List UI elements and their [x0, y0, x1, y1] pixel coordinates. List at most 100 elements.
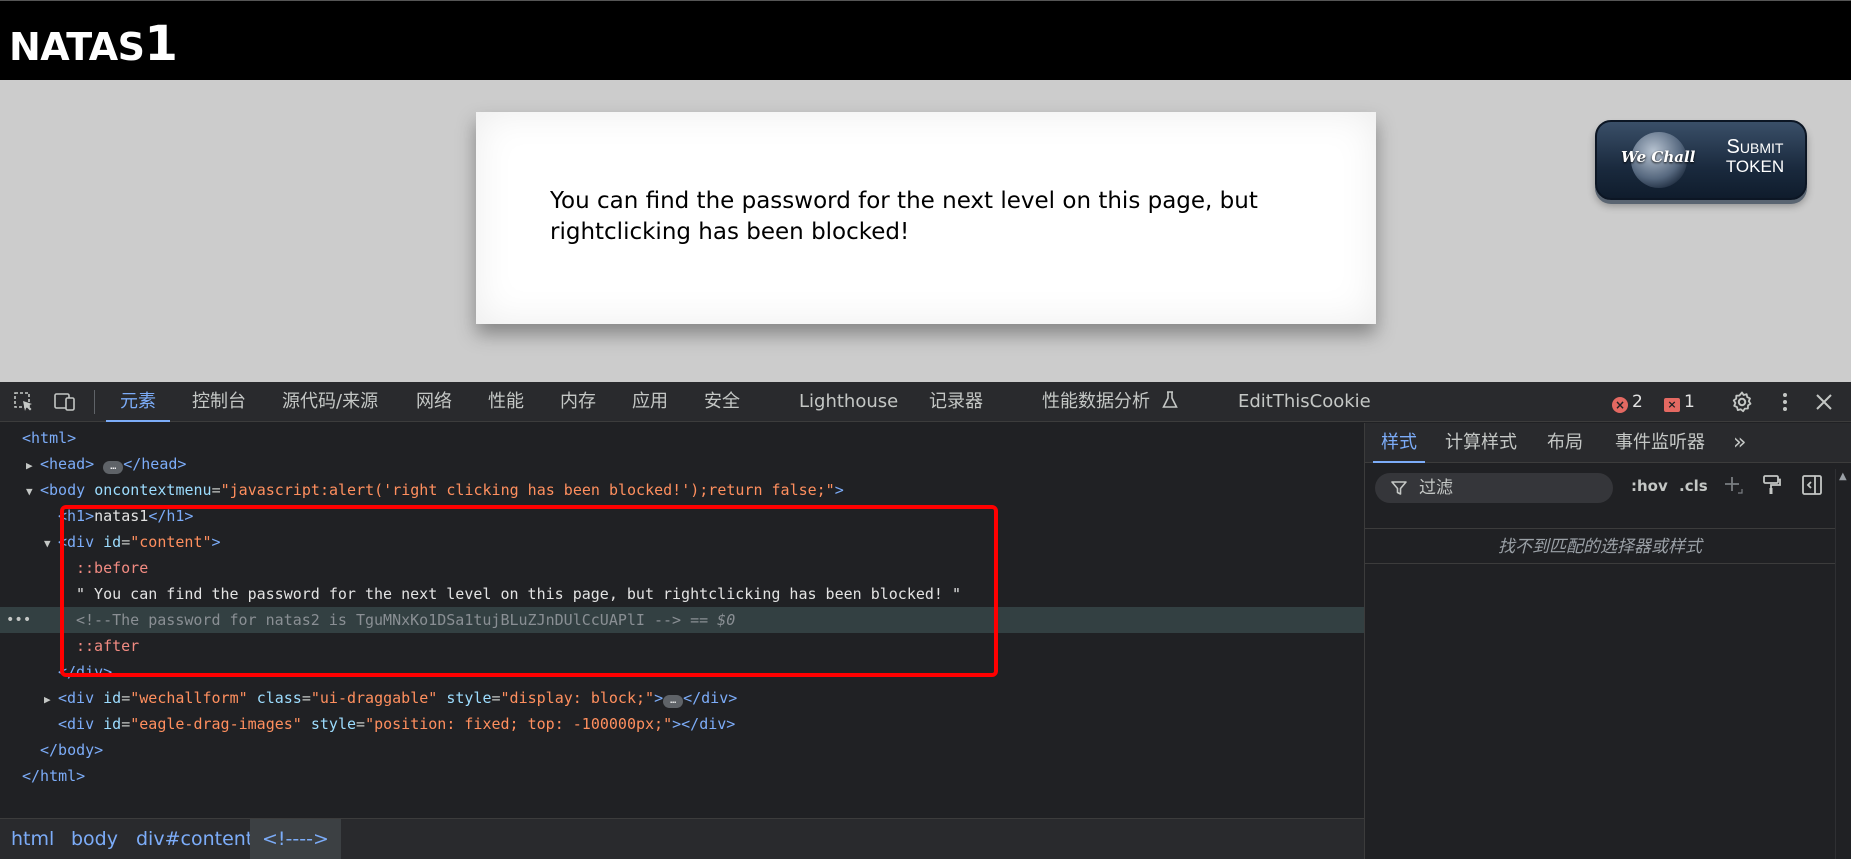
- tab-memory[interactable]: 内存: [560, 382, 596, 422]
- tab-recorder[interactable]: 记录器: [929, 382, 983, 422]
- tag-text: </head>: [123, 455, 187, 473]
- comment-line: <!--The password for natas2 is TguMNxKo1…: [76, 607, 735, 633]
- styles-scrollbar[interactable]: ▲: [1835, 469, 1851, 859]
- more-tabs-chevron-icon[interactable]: »: [1733, 423, 1746, 463]
- tab-sources[interactable]: 源代码/来源: [282, 382, 378, 422]
- submit-token-label: Submit TOKEN: [1713, 136, 1797, 178]
- settings-gear-icon[interactable]: [1730, 390, 1754, 414]
- dom-node-wechallform[interactable]: ▶ <div id="wechallform" class="ui-draggab…: [44, 685, 737, 711]
- attr-name: style: [446, 689, 492, 707]
- tab-computed[interactable]: 计算样式: [1445, 423, 1517, 463]
- expand-triangle-icon[interactable]: ▶: [44, 687, 58, 713]
- toolbar-separator: [94, 390, 95, 414]
- tab-elements[interactable]: 元素: [106, 382, 170, 422]
- wechall-submit-token-button[interactable]: We Chall Submit TOKEN: [1595, 120, 1807, 200]
- attr-name: class: [256, 689, 302, 707]
- breadcrumb-div-content[interactable]: div#content: [136, 819, 253, 859]
- dom-node-h1[interactable]: <h1>natas1</h1>: [58, 503, 193, 529]
- tab-styles[interactable]: 样式: [1373, 423, 1425, 463]
- submit-label: Submit: [1726, 136, 1784, 158]
- filter-icon: [1391, 481, 1407, 495]
- dom-node-div-content[interactable]: ▼ <div id="content">: [44, 529, 221, 555]
- tag-text: </div>: [58, 663, 113, 681]
- tag-text: </html>: [22, 767, 86, 785]
- toggle-sidebar-icon[interactable]: [1800, 473, 1824, 497]
- dollar-zero: == $0: [690, 611, 736, 629]
- dom-node-head[interactable]: ▶ <head> … </head>: [26, 451, 186, 477]
- breadcrumb: html body div#content <!---->: [0, 818, 1364, 859]
- dom-node-body[interactable]: ▼ <body oncontextmenu="javascript:alert('…: [26, 477, 844, 503]
- hov-toggle[interactable]: :hov: [1631, 477, 1668, 495]
- tag-text: <h1>: [58, 507, 95, 525]
- attr-value: "content": [130, 533, 212, 551]
- attr-name: id: [103, 689, 122, 707]
- comment-text: <!--The password for natas2 is TguMNxKo1…: [76, 611, 682, 629]
- tab-performance-insights[interactable]: 性能数据分析: [1042, 382, 1178, 422]
- content-card: You can find the password for the next l…: [476, 112, 1376, 324]
- dom-text-node[interactable]: " You can find the password for the next…: [76, 581, 961, 607]
- tag-text: <div: [58, 689, 95, 707]
- attr-value: "ui-draggable": [310, 689, 438, 707]
- text-node: " You can find the password for the next…: [76, 585, 962, 603]
- issue-count-badge[interactable]: × 1: [1664, 392, 1695, 412]
- ellipsis-badge[interactable]: …: [663, 695, 684, 708]
- flask-icon: [1161, 391, 1178, 408]
- attr-name: id: [103, 715, 122, 733]
- tab-security[interactable]: 安全: [704, 382, 740, 422]
- dom-node-div-close[interactable]: </div>: [58, 659, 112, 685]
- more-dots-icon[interactable]: •••: [6, 607, 31, 633]
- tab-layout[interactable]: 布局: [1547, 423, 1583, 463]
- tag-text: </h1>: [148, 507, 194, 525]
- tab-lighthouse[interactable]: Lighthouse: [799, 382, 898, 422]
- content-text: You can find the password for the next l…: [550, 188, 1258, 245]
- collapse-triangle-icon[interactable]: ▼: [26, 479, 40, 505]
- tab-network[interactable]: 网络: [416, 382, 452, 422]
- tag-text: >: [211, 533, 221, 551]
- error-icon: ×: [1612, 397, 1628, 413]
- tag-text: </body>: [40, 741, 104, 759]
- dom-node-html-close[interactable]: </html>: [22, 763, 85, 789]
- expand-triangle-icon[interactable]: ▶: [26, 453, 40, 479]
- attr-name: style: [310, 715, 357, 733]
- dom-node-html[interactable]: <html>: [22, 425, 76, 451]
- error-count: 2: [1632, 392, 1643, 412]
- pseudo-element: ::before: [76, 559, 149, 577]
- tab-event-listeners[interactable]: 事件监听器: [1615, 423, 1705, 463]
- pseudo-element: ::after: [76, 637, 140, 655]
- error-count-badge[interactable]: × 2: [1612, 392, 1643, 413]
- new-style-rule-icon[interactable]: [1721, 473, 1745, 497]
- styles-filter-input[interactable]: 过滤: [1375, 473, 1613, 503]
- tag-text: <head>: [40, 455, 95, 473]
- wechall-logo: We Chall: [1621, 148, 1696, 166]
- breadcrumb-comment[interactable]: <!---->: [250, 819, 341, 859]
- collapse-triangle-icon[interactable]: ▼: [44, 531, 58, 557]
- inspect-element-icon[interactable]: [12, 390, 36, 414]
- breadcrumb-body[interactable]: body: [71, 819, 118, 859]
- dom-comment-selected[interactable]: ••• <!--The password for natas2 is TguMN…: [0, 607, 1364, 633]
- dom-node-body-close[interactable]: </body>: [40, 737, 103, 763]
- breadcrumb-html[interactable]: html: [11, 819, 54, 859]
- dom-pseudo-before[interactable]: ::before: [76, 555, 148, 581]
- tab-performance[interactable]: 性能: [488, 382, 524, 422]
- text-node: natas1: [94, 507, 149, 525]
- tab-editthiscookie[interactable]: EditThisCookie: [1238, 382, 1371, 422]
- cls-toggle[interactable]: .cls: [1679, 477, 1708, 495]
- close-devtools-icon[interactable]: [1812, 390, 1836, 414]
- paint-roller-icon[interactable]: [1760, 473, 1784, 497]
- styles-pane-tabs: 样式 计算样式 布局 事件监听器 »: [1365, 423, 1851, 463]
- dom-node-eagle-drag[interactable]: <div id="eagle-drag-images" style="posit…: [58, 711, 735, 737]
- tab-application[interactable]: 应用: [632, 382, 668, 422]
- attr-name: oncontextmenu: [94, 481, 212, 499]
- ellipsis-badge[interactable]: …: [103, 461, 124, 474]
- attr-value: "display: block;": [500, 689, 655, 707]
- page-header: NATAS1: [0, 0, 1851, 80]
- scroll-up-arrow-icon[interactable]: ▲: [1839, 471, 1847, 482]
- tag-text: >: [654, 689, 664, 707]
- tag-text: >: [834, 481, 844, 499]
- dom-pseudo-after[interactable]: ::after: [76, 633, 139, 659]
- more-options-icon[interactable]: [1773, 390, 1797, 414]
- tab-console[interactable]: 控制台: [192, 382, 246, 422]
- styles-pane: 样式 计算样式 布局 事件监听器 » 过滤 :hov .cls 找不到匹配的选择…: [1364, 423, 1851, 859]
- attr-value: "eagle-drag-images": [130, 715, 302, 733]
- device-toolbar-icon[interactable]: [53, 390, 77, 414]
